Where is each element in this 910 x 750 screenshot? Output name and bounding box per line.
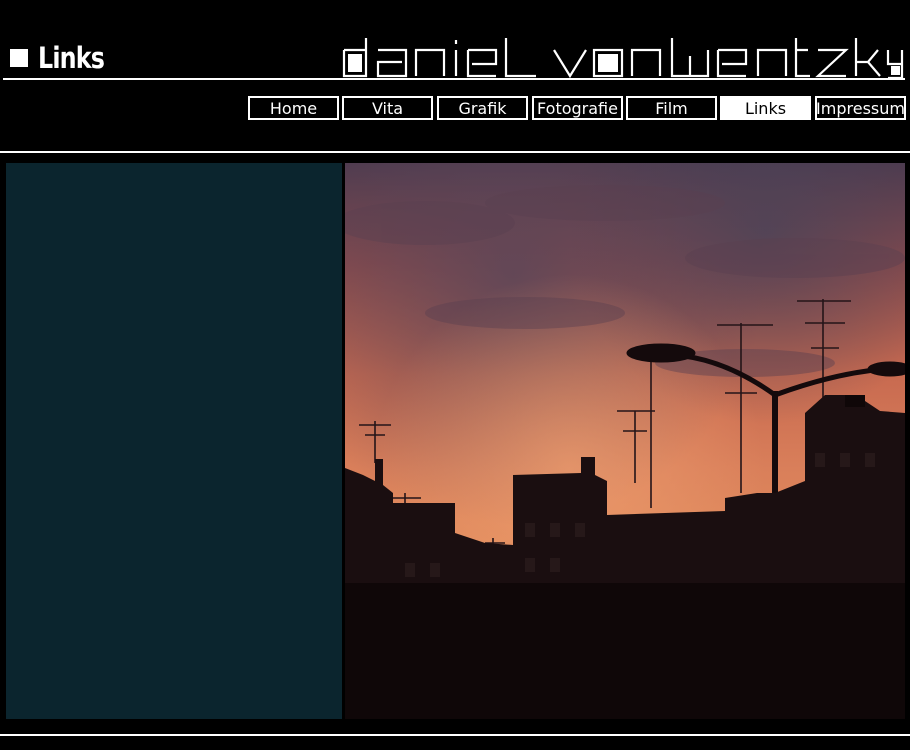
nav-links[interactable]: Links xyxy=(720,96,811,120)
sunset-photo xyxy=(345,163,905,719)
footer-divider xyxy=(0,734,910,736)
square-bullet-icon xyxy=(10,49,28,67)
nav-fotografie[interactable]: Fotografie xyxy=(532,96,623,120)
nav-grafik[interactable]: Grafik xyxy=(437,96,528,120)
content-divider xyxy=(0,151,910,153)
side-panel xyxy=(6,163,342,719)
page-title: Links xyxy=(38,41,105,75)
page-label: Links xyxy=(10,40,119,76)
nav-film[interactable]: Film xyxy=(626,96,717,120)
nav-home[interactable]: Home xyxy=(248,96,339,120)
nav-vita[interactable]: Vita xyxy=(342,96,433,120)
nav-impressum[interactable]: Impressum xyxy=(815,96,906,120)
header-divider xyxy=(3,78,905,80)
site-logo[interactable] xyxy=(340,36,906,80)
